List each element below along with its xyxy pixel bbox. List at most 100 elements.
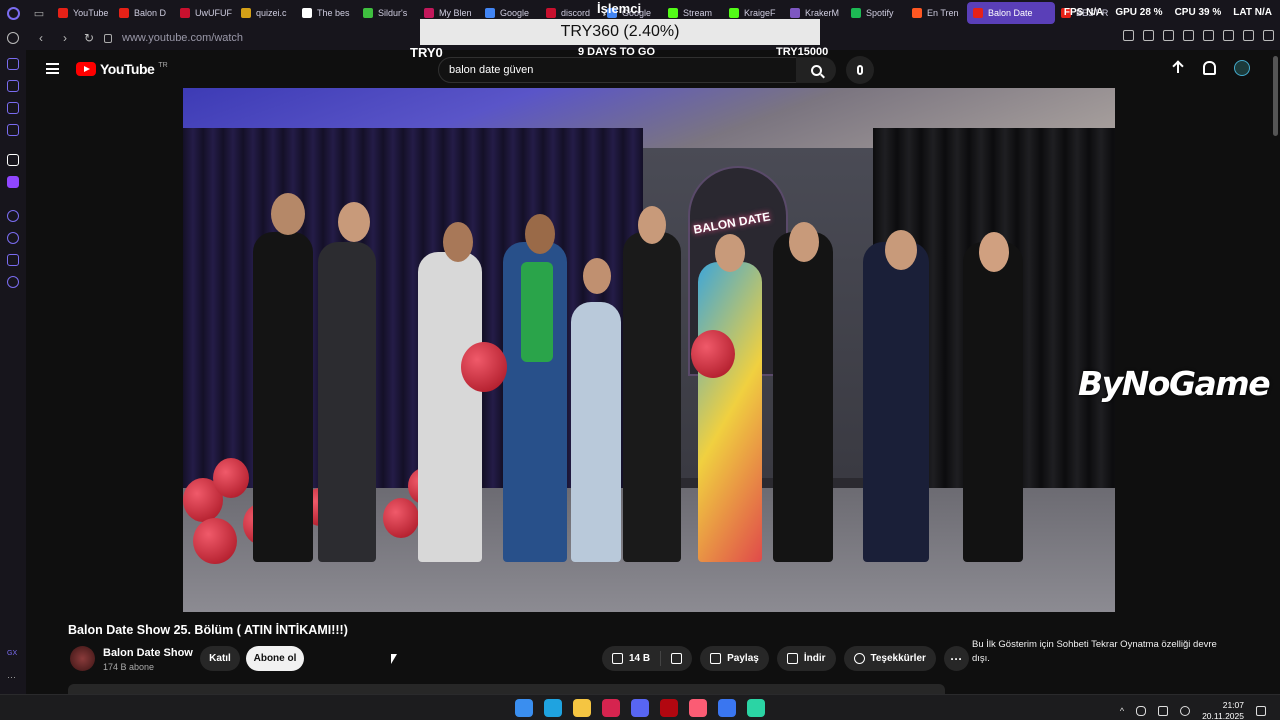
youtube-logo[interactable]: YouTube TR xyxy=(76,61,168,77)
menu-icon[interactable] xyxy=(1263,30,1274,41)
opera-menu-icon[interactable] xyxy=(0,0,26,26)
account-avatar[interactable] xyxy=(1234,60,1250,76)
browser-tab[interactable]: UwUFUF xyxy=(174,2,235,24)
extensions-icon[interactable] xyxy=(7,254,19,266)
gx-cleaner-icon[interactable] xyxy=(7,80,19,92)
video-person xyxy=(571,302,621,562)
opera-gx-icon[interactable] xyxy=(602,699,620,717)
browser-tab[interactable]: The bes xyxy=(296,2,357,24)
app-icon[interactable] xyxy=(747,699,765,717)
tab-favicon-icon xyxy=(119,8,129,18)
tab-label: The bes xyxy=(317,8,350,18)
join-button[interactable]: Katıl xyxy=(200,646,240,671)
bookmark-icon[interactable] xyxy=(1123,30,1134,41)
ticker-days: 9 DAYS TO GO xyxy=(578,46,656,58)
address-bar-actions xyxy=(1123,30,1274,41)
video-person xyxy=(318,242,376,562)
page-scrollbar[interactable] xyxy=(1273,56,1278,136)
fps-stat: FPS N/A xyxy=(1063,7,1104,18)
download-button[interactable]: İndir xyxy=(776,646,836,671)
subscribe-button[interactable]: Abone ol xyxy=(246,646,304,671)
search-button[interactable] xyxy=(796,57,836,83)
sidebar-more-icon[interactable]: ··· xyxy=(7,672,19,684)
tab-label: Stream xyxy=(683,8,713,18)
browser-tab[interactable]: Sildur's xyxy=(357,2,418,24)
more-actions-button[interactable]: ··· xyxy=(943,646,969,671)
player-sidebar-icon[interactable] xyxy=(7,210,19,222)
browser-tab[interactable]: En Tren xyxy=(906,2,967,24)
channel-name[interactable]: Balon Date Show xyxy=(103,647,193,659)
share-button[interactable]: Paylaş xyxy=(700,646,769,671)
thanks-button[interactable]: Teşekkürler xyxy=(843,646,936,671)
search-input[interactable] xyxy=(449,64,769,76)
twitch-icon[interactable] xyxy=(7,176,19,188)
netflix-icon[interactable] xyxy=(660,699,678,717)
url-field[interactable]: www.youtube.com/watch xyxy=(122,32,243,44)
player-icon[interactable] xyxy=(1183,30,1194,41)
browser-tab[interactable]: Spotify xyxy=(845,2,906,24)
news-icon[interactable] xyxy=(7,102,19,114)
browser-tab[interactable]: YouTube xyxy=(52,2,113,24)
notifications-bell-icon[interactable] xyxy=(1203,61,1216,75)
video-actions: 14 B Paylaş İndir Teşekkürler ··· xyxy=(602,646,969,671)
notification-icon[interactable] xyxy=(1256,706,1266,716)
ticker-value: TRY360 (2.40%) xyxy=(420,19,820,45)
back-icon[interactable]: ‹ xyxy=(32,29,50,47)
tab-favicon-icon xyxy=(241,8,251,18)
gx-control-icon[interactable] xyxy=(7,58,19,70)
tab-label: Balon D xyxy=(134,8,167,18)
edge-icon[interactable] xyxy=(544,699,562,717)
forward-icon[interactable]: › xyxy=(56,29,74,47)
description-box[interactable] xyxy=(68,684,945,694)
video-title: Balon Date Show 25. Bölüm ( ATIN İNTİKAM… xyxy=(68,623,348,637)
microphone-icon[interactable] xyxy=(1136,706,1147,716)
messenger-icon[interactable] xyxy=(7,124,19,136)
search-icon xyxy=(810,64,822,76)
vpn-icon[interactable] xyxy=(1163,30,1174,41)
heart-icon[interactable] xyxy=(1203,30,1214,41)
signal-icon[interactable] xyxy=(718,699,736,717)
itunes-icon[interactable] xyxy=(689,699,707,717)
snapshot-icon[interactable] xyxy=(1143,30,1154,41)
voice-search-button[interactable] xyxy=(846,56,874,84)
file-explorer-icon[interactable] xyxy=(573,699,591,717)
video-person xyxy=(418,252,482,562)
tab-favicon-icon xyxy=(363,8,373,18)
browser-tab[interactable]: quizei.c xyxy=(235,2,296,24)
video-person xyxy=(623,232,681,562)
reload-icon[interactable]: ↻ xyxy=(80,29,98,47)
history-icon[interactable] xyxy=(7,232,19,244)
ai-icon[interactable] xyxy=(7,154,19,166)
tab-search-icon[interactable]: ▭ xyxy=(26,0,52,26)
download-icon[interactable] xyxy=(1243,30,1254,41)
youtube-play-icon xyxy=(76,62,96,76)
mic-icon xyxy=(857,65,863,75)
tab-active[interactable]: Balon Date xyxy=(967,2,1055,24)
like-button[interactable]: 14 B xyxy=(602,646,660,671)
tab-favicon-icon xyxy=(790,8,800,18)
tray-chevron-icon[interactable]: ^ xyxy=(1120,706,1124,716)
dislike-button[interactable] xyxy=(661,646,692,671)
profile-icon[interactable] xyxy=(1223,30,1234,41)
download-arrow-icon xyxy=(786,653,798,664)
tab-favicon-icon xyxy=(546,8,556,18)
channel-avatar[interactable] xyxy=(70,646,95,671)
video-person xyxy=(698,262,762,562)
clock[interactable]: 21:07 20.11.2025 xyxy=(1202,700,1244,720)
lock-icon xyxy=(104,33,112,43)
browser-tab[interactable]: Balon D xyxy=(113,2,174,24)
video-player[interactable]: BALON DATE xyxy=(183,88,1115,612)
like-dislike-group: 14 B xyxy=(602,646,693,671)
video-person xyxy=(963,242,1023,562)
windows-start-icon[interactable] xyxy=(515,699,533,717)
discord-icon[interactable] xyxy=(631,699,649,717)
hamburger-menu-icon[interactable] xyxy=(46,63,59,74)
share-arrow-icon xyxy=(710,653,722,664)
lat-stat: LAT N/A xyxy=(1233,7,1272,18)
sync-icon[interactable] xyxy=(7,32,19,44)
network-icon[interactable] xyxy=(1158,706,1169,716)
volume-icon[interactable] xyxy=(1180,706,1191,716)
upload-icon[interactable] xyxy=(1171,60,1185,76)
subscriber-count: 174 B abone xyxy=(103,662,155,672)
settings-icon[interactable] xyxy=(7,276,19,288)
